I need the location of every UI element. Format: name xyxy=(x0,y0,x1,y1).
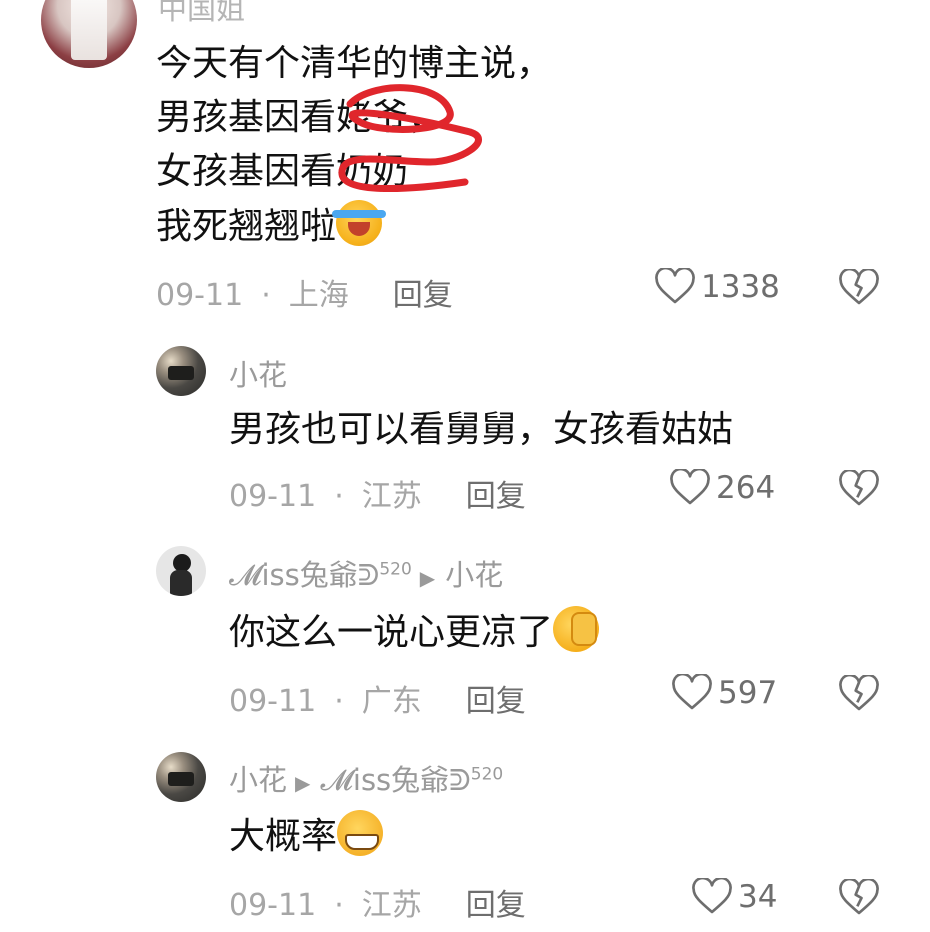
meta-separator-dot: · xyxy=(261,278,271,313)
reply-2-username[interactable]: 𝓜iss兔爺ᕲ xyxy=(229,558,379,592)
reply-3-date: 09-11 xyxy=(229,888,317,923)
loudly-crying-face-icon xyxy=(332,200,387,246)
reply-3-username[interactable]: 小花 xyxy=(229,763,287,797)
reply-2-like-count: 597 xyxy=(718,675,778,711)
main-comment-meta: 09-11 · 上海 回复 xyxy=(156,270,453,314)
reply-arrow-icon: ▶ xyxy=(295,771,311,795)
reply-2-location: 广东 xyxy=(361,684,422,719)
reply-3-location: 江苏 xyxy=(361,888,422,923)
broken-heart-icon xyxy=(839,267,879,305)
main-comment-username[interactable]: 中国姐 xyxy=(158,0,245,28)
main-comment-line-2: 男孩基因看姥爷， xyxy=(156,97,445,138)
reply-3-avatar[interactable] xyxy=(156,752,206,802)
main-comment-reply-button[interactable]: 回复 xyxy=(393,278,453,313)
reply-3-text-row: 大概率 xyxy=(229,810,384,863)
reply-1-location: 江苏 xyxy=(361,479,422,514)
reply-1-reply-button[interactable]: 回复 xyxy=(466,479,526,514)
main-comment-dislike-button[interactable] xyxy=(839,267,879,311)
reply-3-like-button[interactable]: 34 xyxy=(692,878,777,916)
heart-icon xyxy=(655,268,695,304)
reply-arrow-icon: ▶ xyxy=(419,566,436,590)
reply-1-text: 男孩也可以看舅舅，女孩看姑姑 xyxy=(229,409,734,450)
heart-icon xyxy=(672,674,712,710)
grimacing-face-icon xyxy=(337,810,384,856)
reply-3-reply-to-sup: 520 xyxy=(470,764,504,785)
broken-heart-icon xyxy=(839,673,879,711)
reply-3-meta: 09-11 · 江苏 回复 xyxy=(229,888,526,923)
reply-3-dislike-button[interactable] xyxy=(839,877,879,921)
main-comment-line-1: 今天有个清华的博主说， xyxy=(156,43,553,84)
reply-1-like-count: 264 xyxy=(716,470,776,506)
main-comment-like-button[interactable]: 1338 xyxy=(655,268,780,306)
reply-2-username-row: 𝓜iss兔爺ᕲ520 ▶ 小花 xyxy=(229,552,503,594)
reply-1-date: 09-11 xyxy=(229,479,317,514)
reply-2-reply-button[interactable]: 回复 xyxy=(466,684,526,719)
reply-1-dislike-button[interactable] xyxy=(839,468,879,512)
reply-2-meta: 09-11 · 广东 回复 xyxy=(229,684,526,719)
main-comment-line-4: 我死翘翘啦 xyxy=(156,200,387,253)
reply-2-text-row: 你这么一说心更凉了 xyxy=(229,606,600,659)
reply-3-reply-button[interactable]: 回复 xyxy=(466,888,526,923)
heart-icon xyxy=(692,878,732,914)
main-comment-avatar[interactable] xyxy=(41,0,137,68)
main-comment-date: 09-11 xyxy=(156,278,244,313)
reply-2-text: 你这么一说心更凉了 xyxy=(229,612,554,653)
main-comment-line-4-text: 我死翘翘啦 xyxy=(156,206,337,247)
reply-1-username[interactable]: 小花 xyxy=(229,352,287,394)
reply-2-date: 09-11 xyxy=(229,684,317,719)
broken-heart-icon xyxy=(839,877,879,915)
main-comment-location: 上海 xyxy=(288,278,349,313)
reply-1-avatar[interactable] xyxy=(156,346,206,396)
avatar-figure xyxy=(71,0,107,60)
broken-heart-icon xyxy=(839,468,879,506)
main-comment-line-3: 女孩基因看奶奶 xyxy=(156,151,409,192)
reply-2-dislike-button[interactable] xyxy=(839,673,879,717)
face-with-hand-over-eyes-icon xyxy=(553,606,600,652)
reply-3-reply-to[interactable]: 𝓜iss兔爺ᕲ xyxy=(320,763,470,797)
reply-2-reply-to[interactable]: 小花 xyxy=(445,558,503,592)
reply-2-username-sup: 520 xyxy=(379,559,412,580)
reply-1-meta: 09-11 · 江苏 回复 xyxy=(229,479,526,514)
heart-icon xyxy=(670,469,710,505)
reply-3-text: 大概率 xyxy=(229,816,338,857)
reply-2-like-button[interactable]: 597 xyxy=(672,674,777,712)
reply-3-username-row: 小花 ▶ 𝓜iss兔爺ᕲ520 xyxy=(229,757,503,799)
reply-2-avatar[interactable] xyxy=(156,546,206,596)
reply-3-like-count: 34 xyxy=(738,879,778,915)
reply-1-like-button[interactable]: 264 xyxy=(670,469,775,507)
main-comment-like-count: 1338 xyxy=(701,269,780,305)
